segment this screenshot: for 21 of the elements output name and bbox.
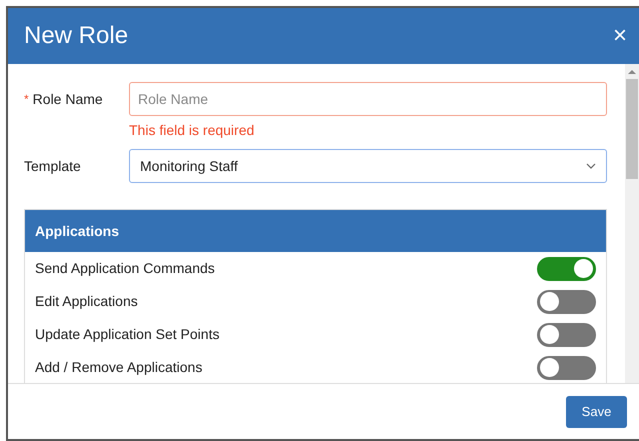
toggle-switch[interactable] bbox=[537, 256, 596, 280]
dialog-title: New Role bbox=[24, 21, 128, 51]
toggle-switch[interactable] bbox=[537, 290, 596, 314]
permission-label: Send Application Commands bbox=[35, 259, 215, 278]
save-button[interactable]: Save bbox=[566, 396, 627, 428]
required-mark: * bbox=[24, 91, 29, 108]
close-button[interactable]: × bbox=[612, 24, 627, 48]
field-label: Template bbox=[24, 156, 82, 176]
error-message: This field is required bbox=[129, 121, 256, 140]
permission-label: Edit Applications bbox=[35, 292, 138, 311]
role-name-field[interactable]: Role Name bbox=[129, 82, 607, 116]
template-dropdown[interactable]: Monitoring Staff bbox=[129, 149, 607, 183]
toggle-switch[interactable] bbox=[537, 322, 596, 346]
scroll-up-icon[interactable] bbox=[628, 69, 636, 75]
permission-label: Add / Remove Applications bbox=[35, 358, 202, 377]
field-label: Role Name bbox=[32, 90, 103, 108]
toggle-switch[interactable] bbox=[537, 356, 596, 380]
chevron-down-icon bbox=[586, 163, 596, 169]
scrollbar[interactable] bbox=[625, 64, 639, 383]
panel-title: Applications bbox=[35, 222, 120, 241]
permission-label: Update Application Set Points bbox=[35, 325, 220, 344]
